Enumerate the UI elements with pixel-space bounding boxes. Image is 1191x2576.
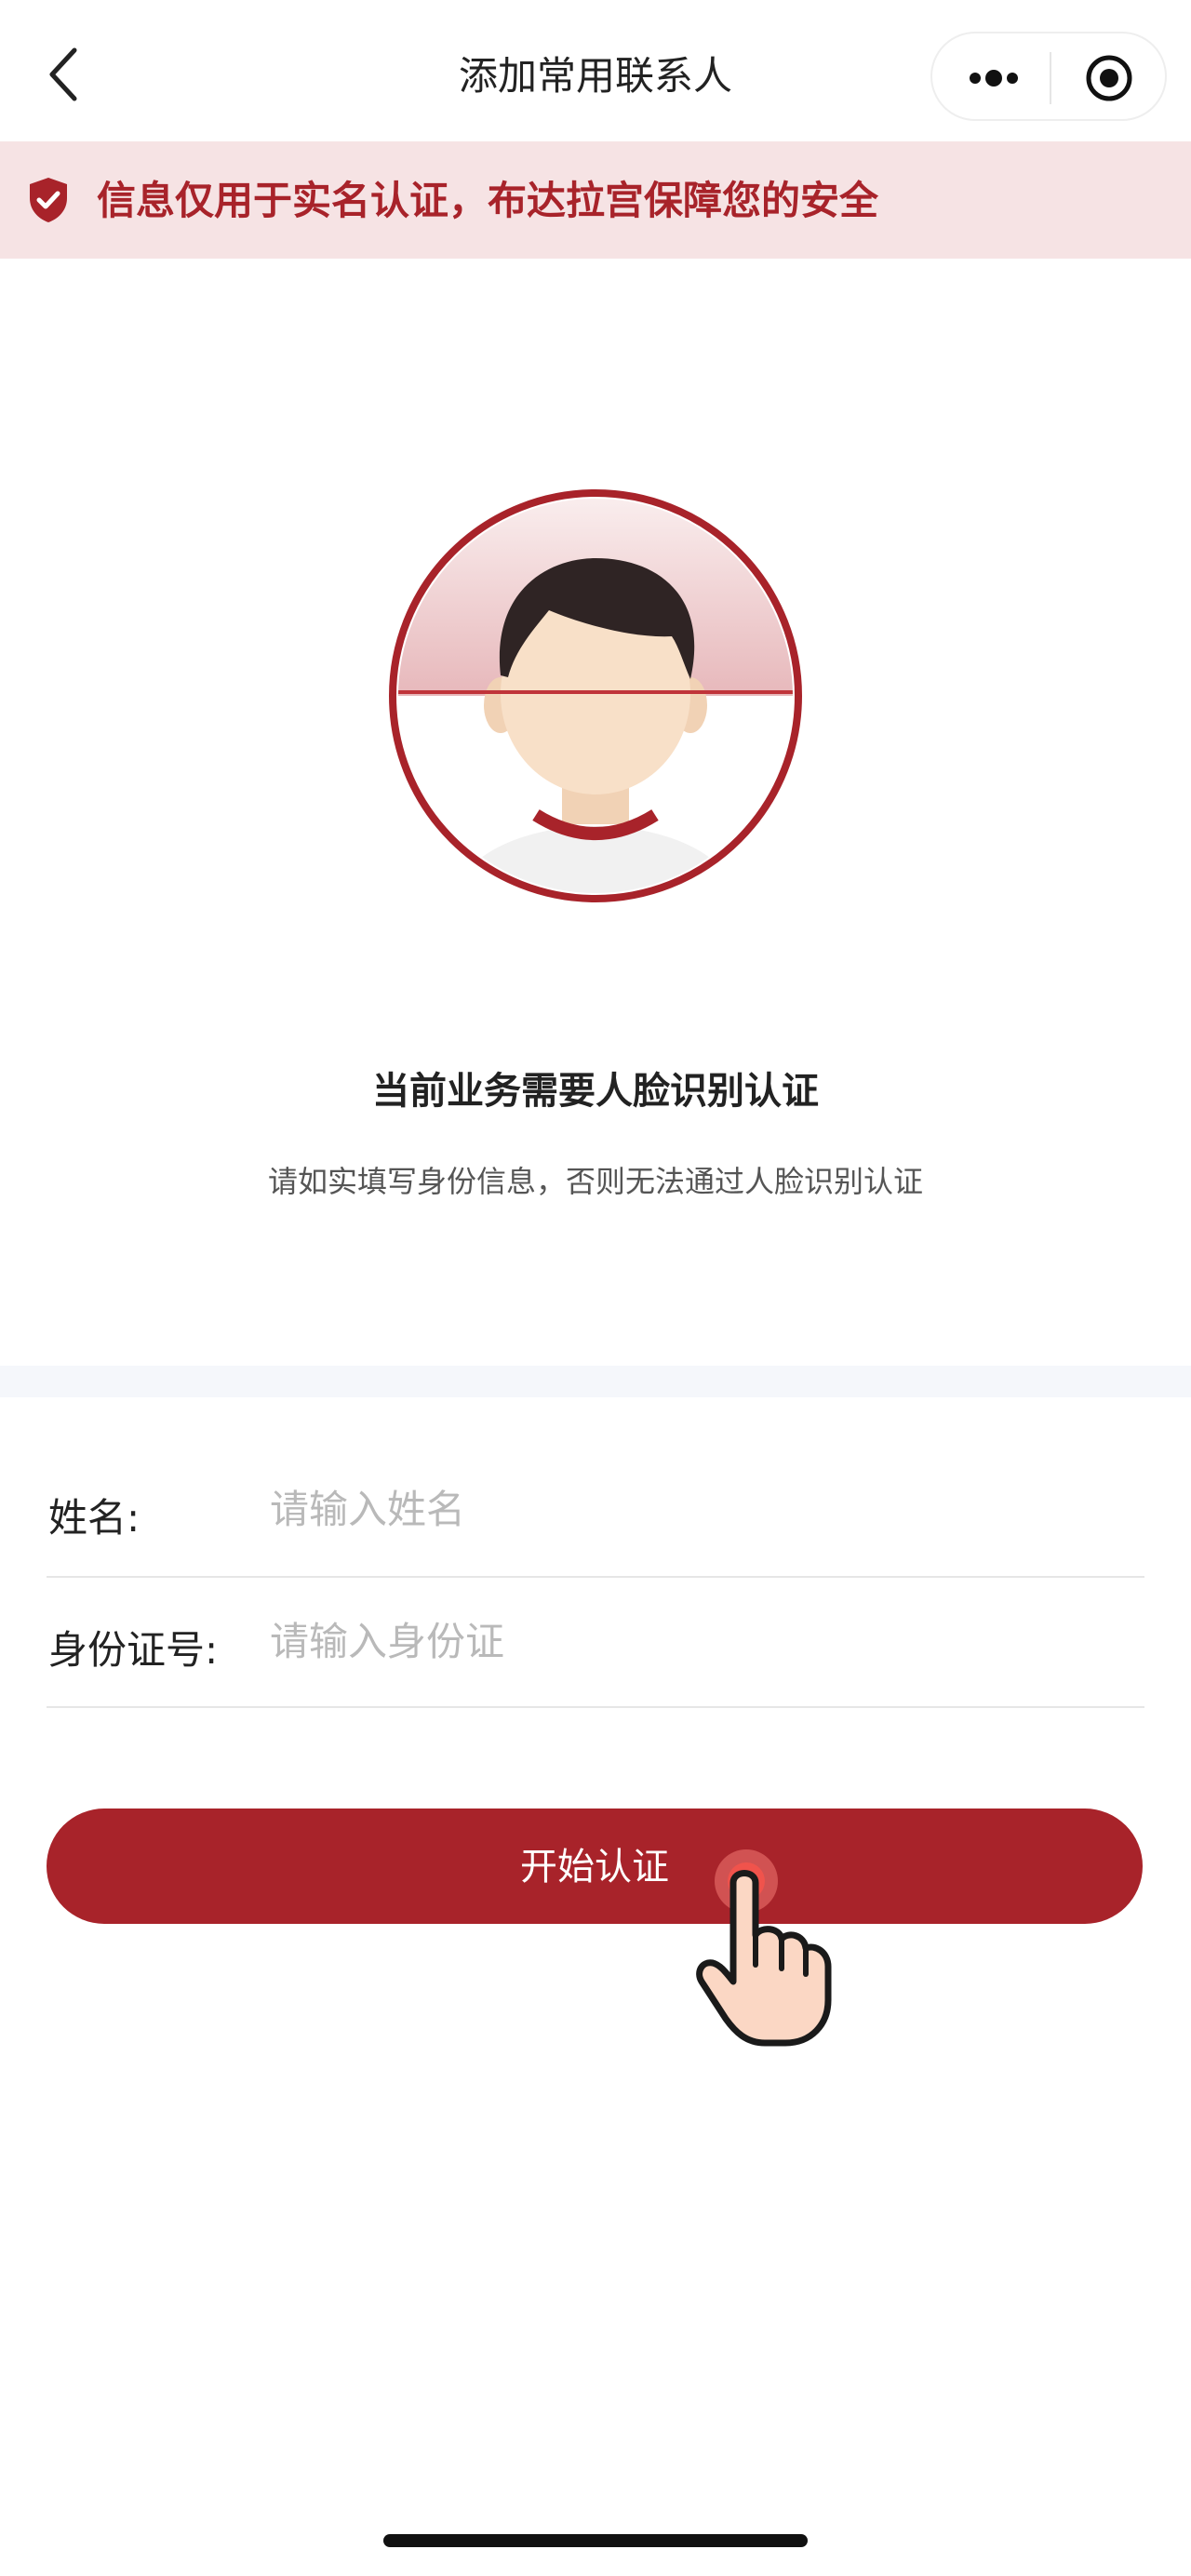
start-verification-button[interactable]: 开始认证	[47, 1809, 1143, 1924]
divider	[47, 1706, 1144, 1708]
face-auth-subtitle: 请如实填写身份信息，否则无法通过人脸识别认证	[267, 1164, 923, 1199]
id-number-input[interactable]	[270, 1613, 1107, 1669]
more-icon[interactable]	[966, 61, 1022, 95]
home-indicator	[383, 2534, 808, 2547]
name-label: 姓名:	[48, 1495, 141, 1541]
top-bar: 添加常用联系人	[0, 0, 1191, 141]
shield-icon	[26, 176, 71, 224]
banner-text: 信息仅用于实名认证，布达拉宫保障您的安全	[97, 178, 879, 223]
section-divider	[0, 1366, 1191, 1397]
face-scan-illustration	[389, 480, 802, 912]
face-auth-title: 当前业务需要人脸识别认证	[372, 1070, 819, 1113]
name-input[interactable]	[270, 1481, 1107, 1537]
security-banner: 信息仅用于实名认证，布达拉宫保障您的安全	[0, 141, 1191, 259]
tap-hand-icon	[689, 1842, 837, 2052]
divider	[47, 1576, 1144, 1578]
mini-program-capsule	[930, 32, 1167, 121]
id-number-label: 身份证号:	[48, 1627, 219, 1673]
capsule-divider	[1050, 52, 1051, 104]
close-program-icon[interactable]	[1085, 54, 1133, 102]
